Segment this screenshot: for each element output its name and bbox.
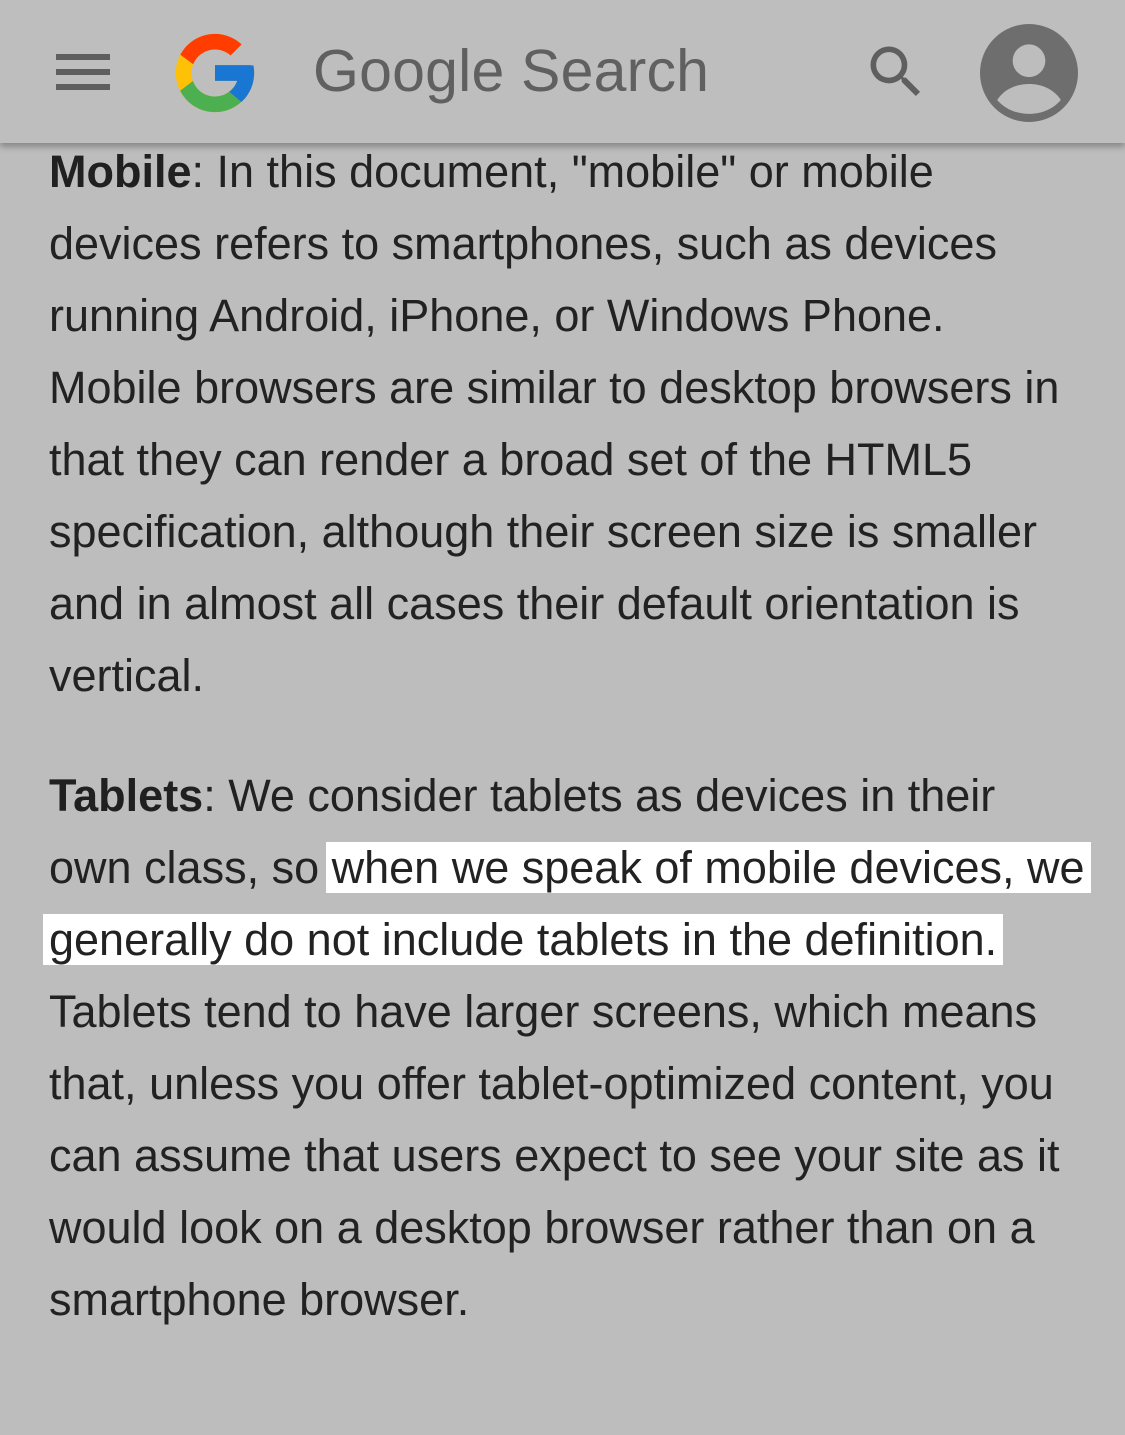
article-content: Mobile: In this document, "mobile" or mo… xyxy=(43,136,1091,1336)
google-g-logo-icon xyxy=(175,33,255,113)
paragraph-mobile-text: : In this document, "mobile" or mobile d… xyxy=(49,146,1060,701)
term-tablets: Tablets xyxy=(49,770,204,821)
paragraph-mobile: Mobile: In this document, "mobile" or mo… xyxy=(49,136,1089,712)
paragraph-tablets: Tablets: We consider tablets as devices … xyxy=(43,760,1091,1336)
menu-button[interactable] xyxy=(52,48,114,96)
account-circle-icon xyxy=(980,24,1078,122)
account-avatar[interactable] xyxy=(980,24,1078,122)
app-bar: Google Search xyxy=(0,0,1125,143)
search-icon xyxy=(870,46,921,97)
app-title: Google Search xyxy=(313,38,710,104)
paragraph-tablets-text-after: Tablets tend to have larger screens, whi… xyxy=(49,986,1060,1325)
term-mobile: Mobile xyxy=(49,146,192,197)
search-button[interactable] xyxy=(862,38,930,106)
google-logo[interactable] xyxy=(168,26,262,120)
